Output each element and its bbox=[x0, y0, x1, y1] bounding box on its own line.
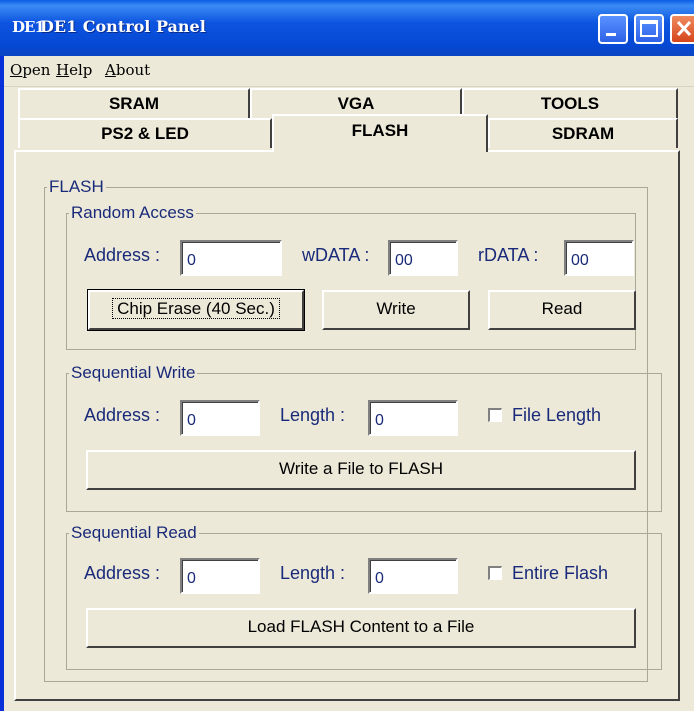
wdata-label: wDATA : bbox=[302, 245, 370, 265]
sw-length-input[interactable]: 0 bbox=[368, 400, 458, 436]
close-button[interactable] bbox=[670, 14, 694, 44]
flash-tab-panel: FLASH Random Access Address : 0 wDATA : … bbox=[14, 150, 680, 701]
close-icon bbox=[676, 20, 692, 37]
tab-ps2-led[interactable]: PS2 & LED bbox=[18, 118, 272, 148]
ra-address-input[interactable]: 0 bbox=[180, 240, 282, 276]
tab-strip: SRAM VGA TOOLS PS2 & LED FLASH SDRAM bbox=[14, 88, 678, 152]
window-title: DE1 Control Panel bbox=[40, 17, 206, 36]
file-length-label[interactable]: File Length bbox=[512, 404, 601, 426]
read-button[interactable]: Read bbox=[488, 290, 636, 330]
chip-erase-button[interactable]: Chip Erase (40 Sec.) bbox=[87, 289, 305, 331]
tab-flash[interactable]: FLASH bbox=[272, 114, 488, 152]
sr-address-label: Address : bbox=[84, 563, 161, 583]
tab-tools[interactable]: TOOLS bbox=[462, 88, 678, 118]
write-button[interactable]: Write bbox=[322, 290, 470, 330]
file-length-checkbox[interactable] bbox=[488, 408, 502, 422]
entire-flash-checkbox[interactable] bbox=[488, 566, 502, 580]
minimize-icon bbox=[606, 33, 616, 36]
tab-sram[interactable]: SRAM bbox=[18, 88, 250, 118]
minimize-button[interactable] bbox=[598, 14, 628, 44]
sw-address-label: Address : bbox=[84, 405, 161, 425]
app-window: DE1 DE1 Control Panel Open Help About SR… bbox=[0, 0, 694, 711]
menu-open[interactable]: Open bbox=[10, 61, 50, 79]
rdata-input[interactable]: 00 bbox=[564, 240, 634, 276]
chip-erase-label: Chip Erase (40 Sec.) bbox=[112, 298, 280, 319]
sr-length-label: Length : bbox=[280, 563, 346, 583]
flash-group-title: FLASH bbox=[49, 177, 104, 196]
menu-about[interactable]: About bbox=[105, 61, 150, 79]
sw-length-label: Length : bbox=[280, 405, 346, 425]
sequential-read-group: Sequential Read bbox=[66, 524, 662, 670]
write-file-to-flash-button[interactable]: Write a File to FLASH bbox=[86, 450, 636, 490]
title-bar[interactable]: DE1 DE1 Control Panel bbox=[0, 0, 694, 56]
maximize-icon bbox=[640, 20, 658, 37]
menu-help[interactable]: Help bbox=[56, 61, 92, 79]
app-logo-icon: DE1 bbox=[12, 18, 45, 36]
load-flash-to-file-button[interactable]: Load FLASH Content to a File bbox=[86, 608, 636, 648]
entire-flash-label[interactable]: Entire Flash bbox=[512, 562, 608, 584]
sr-address-input[interactable]: 0 bbox=[180, 558, 260, 594]
menu-bar: Open Help About bbox=[4, 56, 694, 87]
sw-address-input[interactable]: 0 bbox=[180, 400, 260, 436]
wdata-input[interactable]: 00 bbox=[388, 240, 458, 276]
sequential-read-title: Sequential Read bbox=[71, 523, 197, 542]
sequential-write-title: Sequential Write bbox=[71, 363, 196, 382]
rdata-label: rDATA : bbox=[478, 245, 539, 265]
random-access-title: Random Access bbox=[71, 203, 194, 222]
sr-length-input[interactable]: 0 bbox=[368, 558, 458, 594]
tab-sdram[interactable]: SDRAM bbox=[488, 118, 678, 148]
maximize-button[interactable] bbox=[634, 14, 664, 44]
ra-address-label: Address : bbox=[84, 245, 161, 265]
